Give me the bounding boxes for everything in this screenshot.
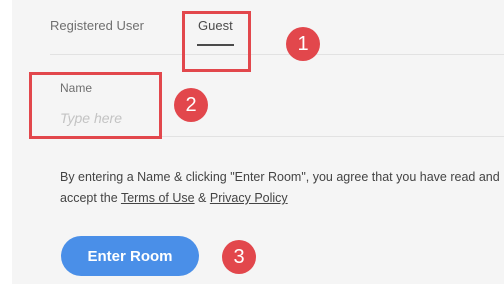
tab-registered-user[interactable]: Registered User [50,18,144,33]
step-marker-2: 2 [174,88,208,122]
name-field-highlight-box [29,72,162,139]
step-marker-1: 1 [286,27,320,61]
privacy-policy-link[interactable]: Privacy Policy [210,191,288,205]
tab-divider [50,54,504,55]
terms-disclaimer: By entering a Name & clicking "Enter Roo… [60,167,500,209]
enter-room-button[interactable]: Enter Room [61,236,199,276]
terms-of-use-link[interactable]: Terms of Use [121,191,195,205]
step-marker-3: 3 [222,240,256,274]
guest-tab-highlight-box [182,11,251,72]
disclaimer-separator: & [194,191,210,205]
